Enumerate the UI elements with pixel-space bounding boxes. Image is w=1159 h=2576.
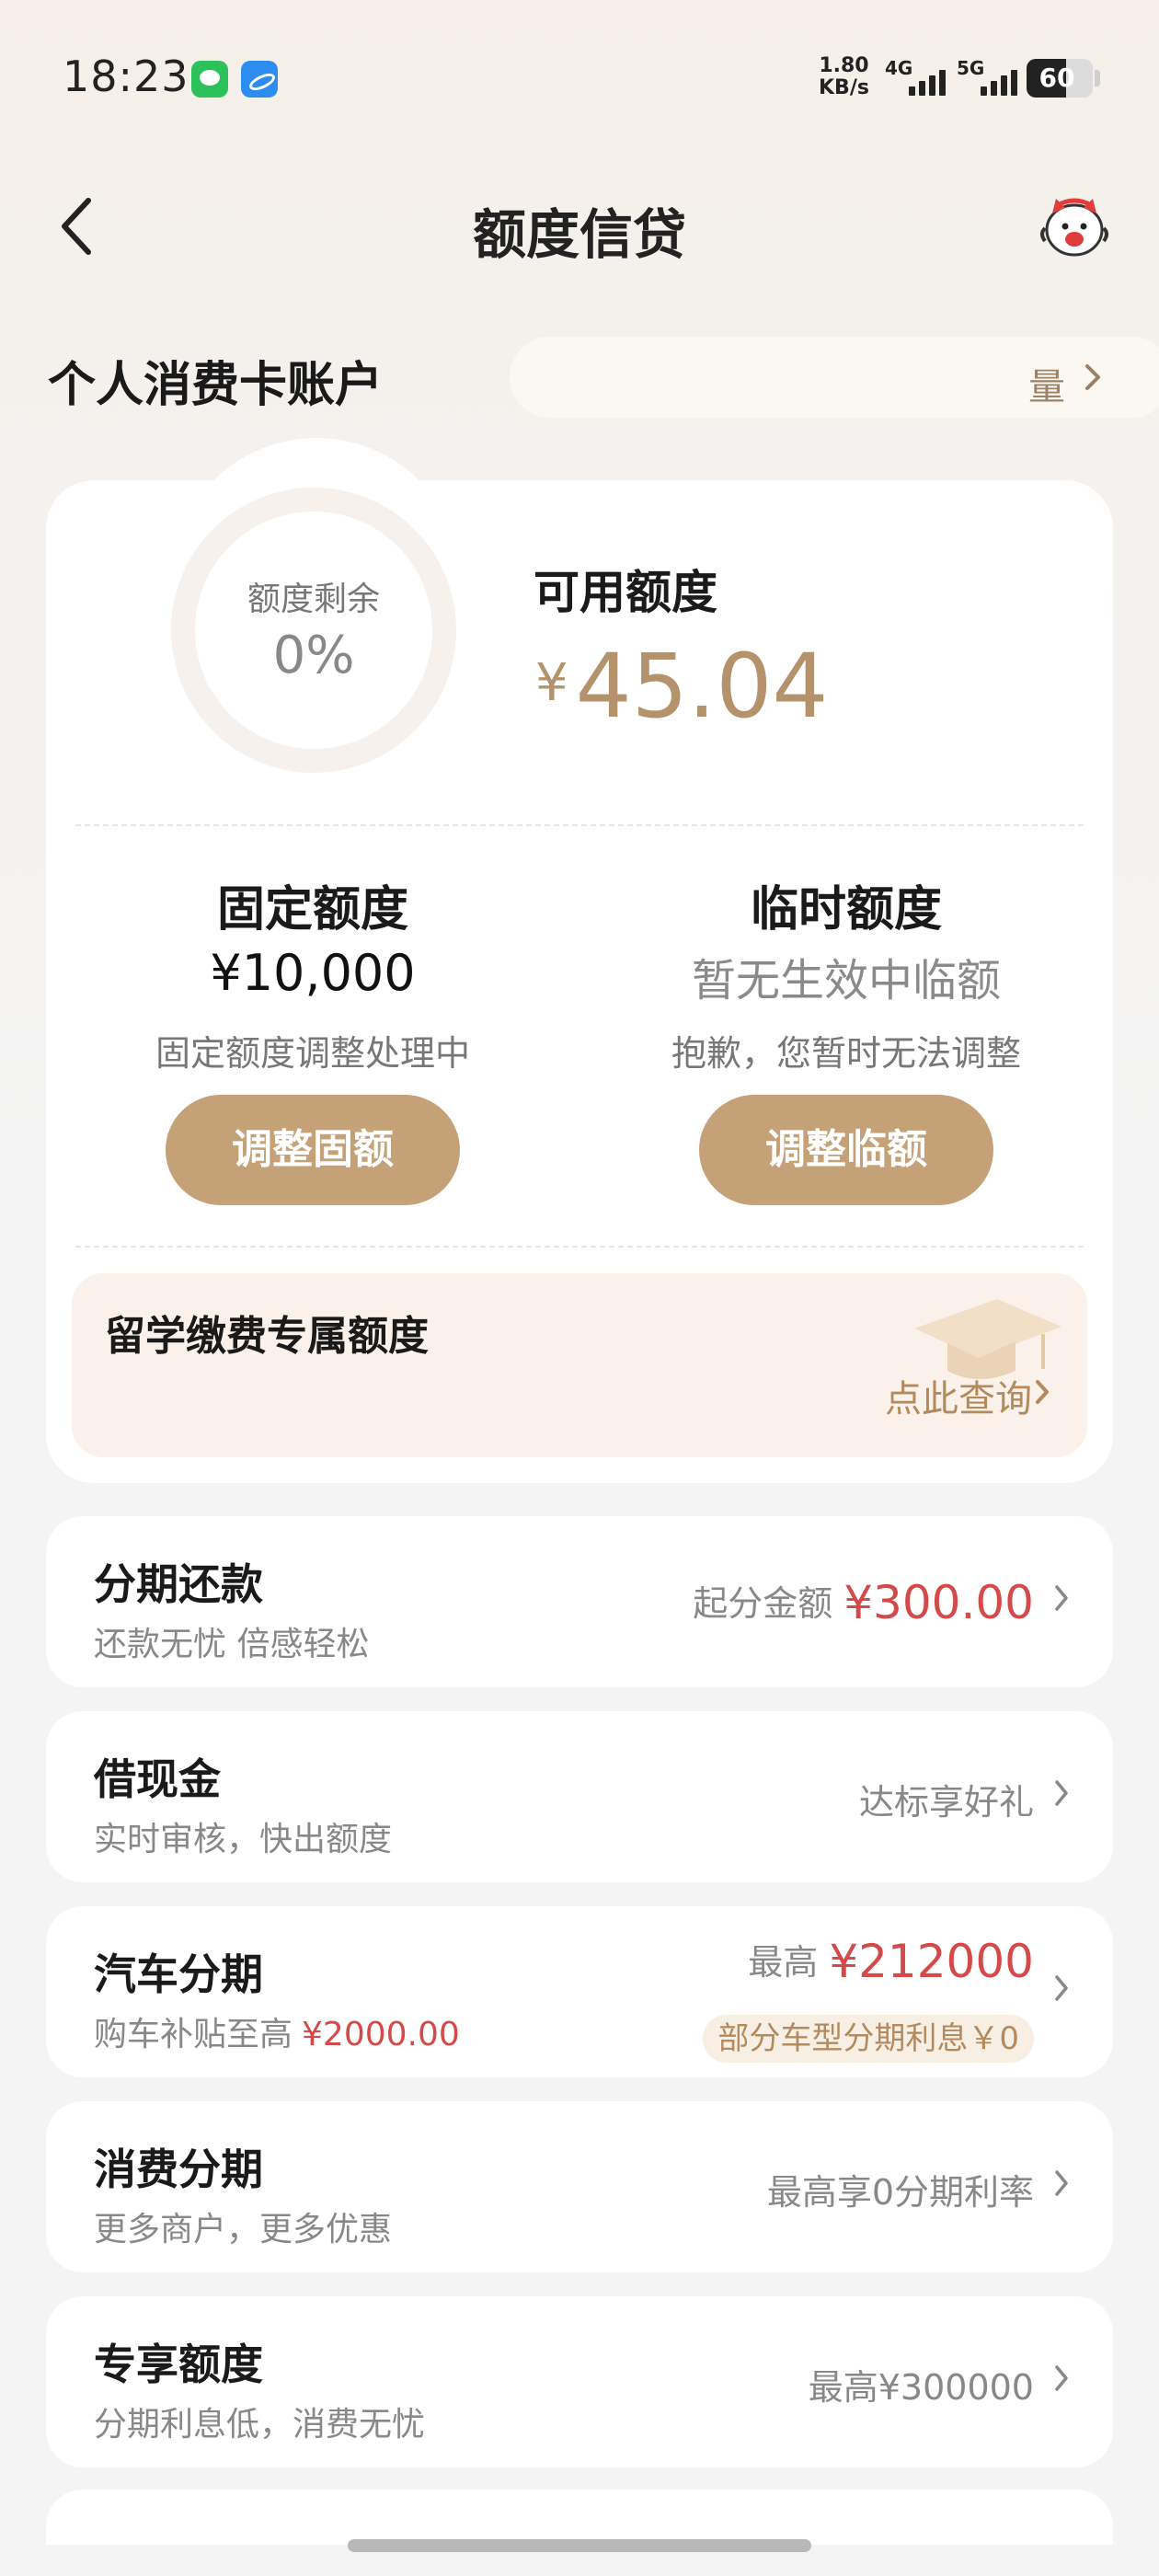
temp-quota-value: 暂无生效中临额: [691, 955, 1001, 1006]
list-item-car-installment[interactable]: 汽车分期 购车补贴至高 ¥2000.00 最高 ¥212000 部分车型分期利息￥0: [46, 1906, 1113, 2077]
account-title: 个人消费卡账户: [48, 358, 384, 413]
list-item-subtitle: 还款无忧 倍感轻松: [94, 1626, 370, 1663]
battery-icon: 60: [1027, 59, 1093, 98]
currency-symbol: ¥: [535, 653, 568, 713]
nav-bar: 额度信贷: [0, 166, 1159, 285]
list-item-right-value: ¥300.00: [843, 1576, 1034, 1629]
divider: [75, 1246, 1084, 1248]
battery-level: 60: [1039, 63, 1075, 93]
list-item-title: 汽车分期: [94, 1949, 263, 1999]
wechat-icon: [191, 61, 228, 98]
list-item-right-value: ¥212000: [829, 1935, 1034, 1988]
list-item-right: 起分金额 ¥300.00: [693, 1575, 1034, 1629]
list-item-title: 消费分期: [94, 2145, 263, 2194]
list-item-title: 分期还款: [94, 1559, 263, 1609]
network-speed-value: 1.80: [819, 54, 869, 77]
list-item-subtitle: 更多商户，更多优惠: [94, 2211, 393, 2248]
page-title: 额度信贷: [472, 203, 686, 266]
fixed-quota-title: 固定额度: [216, 882, 408, 937]
browser-icon: [241, 61, 278, 98]
list-item-subtitle: 购车补贴至高 ¥2000.00: [94, 2007, 460, 2055]
study-abroad-query-link[interactable]: 点此查询: [885, 1369, 1032, 1422]
network-speed-unit: KB/s: [819, 76, 869, 99]
available-quota-label: 可用额度: [534, 566, 717, 619]
list-item-cash-loan[interactable]: 借现金 实时审核，快出额度 达标享好礼: [46, 1711, 1113, 1882]
list-item-right: 最高 ¥212000: [748, 1934, 1034, 1988]
study-abroad-quota-title: 留学缴费专属额度: [105, 1313, 429, 1360]
adjust-fixed-quota-button[interactable]: 调整固额: [166, 1095, 460, 1205]
list-item-subtitle: 实时审核，快出额度: [94, 1821, 393, 1858]
quota-remaining-value: 0%: [272, 626, 355, 685]
study-abroad-quota-banner[interactable]: 留学缴费专属额度 点此查询: [72, 1273, 1087, 1457]
list-item-subtitle-text: 购车补贴至高: [94, 2016, 293, 2053]
fixed-quota-status: 固定额度调整处理中: [155, 1033, 470, 1074]
list-item-title: 专享额度: [94, 2340, 263, 2389]
status-bar: 18:23 1.80 KB/s 4G 5G 60: [0, 0, 1159, 156]
list-item-consumer-installment[interactable]: 消费分期 更多商户，更多优惠 最高享0分期利率: [46, 2101, 1113, 2272]
mascot-assistant-icon[interactable]: [1038, 193, 1111, 261]
list-item-exclusive-quota[interactable]: 专享额度 分期利息低，消费无忧 最高¥300000: [46, 2296, 1113, 2467]
chevron-right-icon: [1085, 364, 1100, 390]
available-quota-amount: ¥45.04: [535, 635, 828, 738]
status-time: 18:23: [63, 52, 189, 101]
signal-4g-icon: 4G: [885, 57, 946, 99]
notice-text: 量: [1028, 366, 1065, 408]
quota-remaining-label: 额度剩余: [247, 581, 380, 618]
temp-quota-status: 抱歉，您暂时无法调整: [671, 1033, 1021, 1074]
list-item-right-label: 最高享0分期利率: [766, 2172, 1034, 2213]
adjust-temp-quota-button[interactable]: 调整临额: [699, 1095, 993, 1205]
promo-badge: 部分车型分期利息￥0: [703, 2015, 1034, 2063]
home-indicator[interactable]: [348, 2539, 811, 2552]
available-quota-value: 45.04: [575, 635, 829, 738]
list-item-right-label: 最高: [748, 1942, 819, 1983]
fixed-quota-value: ¥10,000: [210, 944, 416, 1002]
list-item-partial[interactable]: [46, 2490, 1113, 2545]
chevron-right-icon: [1055, 2170, 1068, 2196]
list-item-right-label: 起分金额: [693, 1583, 833, 1624]
list-item-installment-repayment[interactable]: 分期还款 还款无忧 倍感轻松 起分金额 ¥300.00: [46, 1516, 1113, 1687]
chevron-right-icon: [1055, 1585, 1068, 1611]
list-item-right-label: 最高¥300000: [808, 2367, 1034, 2408]
signal-5g-icon: 5G: [957, 57, 1017, 99]
chevron-right-icon: [1055, 2365, 1068, 2391]
temp-quota-title: 临时额度: [750, 882, 942, 937]
chevron-right-icon: [1036, 1380, 1049, 1404]
chevron-right-icon: [1055, 1975, 1068, 2001]
fixed-quota-section: 固定额度 ¥10,000 固定额度调整处理中 调整固额: [55, 870, 570, 1211]
chevron-right-icon: [1055, 1780, 1068, 1806]
list-item-title: 借现金: [94, 1754, 221, 1804]
list-item-subtitle-value: ¥2000.00: [302, 2016, 460, 2053]
list-item-right-label: 达标享好礼: [858, 1782, 1034, 1823]
temp-quota-section: 临时额度 暂无生效中临额 抱歉，您暂时无法调整 调整临额: [589, 870, 1104, 1211]
divider: [75, 824, 1084, 826]
list-item-subtitle: 分期利息低，消费无忧: [94, 2406, 426, 2444]
notice-marquee[interactable]: 量: [510, 337, 1159, 418]
network-speed: 1.80 KB/s: [819, 55, 869, 99]
